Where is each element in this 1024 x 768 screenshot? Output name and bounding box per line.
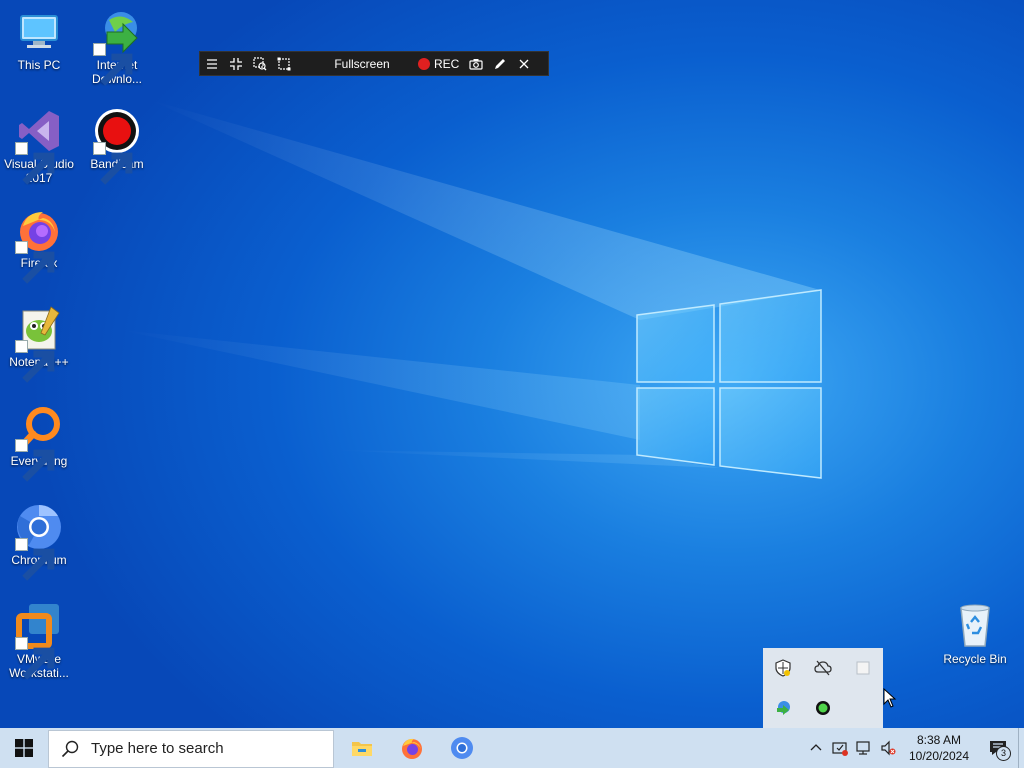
shortcut-arrow-icon	[93, 142, 133, 185]
desktop-icon-vmware[interactable]: VMware Workstati...	[0, 602, 78, 680]
close-icon[interactable]	[512, 51, 536, 76]
resize-region-icon[interactable]	[272, 51, 296, 76]
system-tray: 8:38 AM 10/20/2024 3	[804, 728, 1024, 768]
select-area-icon[interactable]	[248, 51, 272, 76]
bandicam-tray-icon[interactable]	[811, 696, 835, 720]
windows-wallpaper-logo	[636, 289, 822, 479]
shortcut-arrow-icon	[15, 142, 55, 185]
search-icon	[61, 740, 79, 757]
shortcut-arrow-icon	[15, 538, 55, 581]
shortcut-arrow-icon	[15, 241, 55, 284]
shrink-icon[interactable]	[224, 51, 248, 76]
update-status-icon[interactable]	[828, 728, 852, 768]
action-center-button[interactable]: 3	[978, 728, 1018, 768]
taskbar: 8:38 AM 10/20/2024 3	[0, 728, 1024, 768]
taskbar-chromium[interactable]	[438, 728, 486, 768]
taskbar-search-box[interactable]	[48, 729, 334, 768]
record-dot-icon	[418, 57, 430, 70]
desktop-icon-this-pc[interactable]: This PC	[0, 8, 78, 72]
taskbar-file-explorer[interactable]	[338, 728, 386, 768]
desktop-icon-internet-download-manager[interactable]: Internet Downlo...	[78, 8, 156, 86]
desktop-icon-label: This PC	[17, 58, 61, 72]
chromium-icon	[451, 737, 473, 759]
bandicam-toolbar[interactable]: Fullscreen REC	[199, 51, 549, 76]
desktop-icon-firefox[interactable]: Firefox	[0, 206, 78, 284]
start-button[interactable]	[0, 728, 48, 768]
recycle-bin-icon	[960, 604, 990, 647]
clock-time: 8:38 AM	[916, 733, 962, 747]
mouse-cursor-icon	[883, 688, 897, 708]
notification-count-badge: 3	[996, 746, 1011, 761]
file-explorer-icon	[352, 742, 372, 756]
desktop-icon-recycle-bin[interactable]: Recycle Bin	[936, 602, 1014, 666]
volume-muted-icon[interactable]	[876, 728, 900, 768]
show-hidden-icons-chevron-up-icon[interactable]	[804, 728, 828, 768]
computer-icon	[20, 15, 58, 48]
firefox-icon	[402, 738, 422, 759]
network-icon[interactable]	[852, 728, 876, 768]
camera-icon[interactable]	[464, 51, 488, 76]
desktop-icon-label: Recycle Bin	[943, 652, 1007, 666]
internet-download-manager-tray-icon[interactable]	[771, 696, 795, 720]
desktop-icon-notepad-plus-plus[interactable]: Notepad++	[0, 305, 78, 383]
tray-overflow-flyout	[763, 648, 883, 728]
onedrive-offline-icon[interactable]	[811, 656, 835, 680]
clock-date: 10/20/2024	[908, 749, 970, 763]
desktop-icon-bandicam[interactable]: Bandicam	[78, 107, 156, 185]
shortcut-arrow-icon	[15, 637, 55, 680]
desktop-icon-everything[interactable]: Everything	[0, 404, 78, 482]
shortcut-arrow-icon	[93, 43, 133, 86]
fullscreen-mode-label[interactable]: Fullscreen	[322, 57, 402, 71]
windows-security-icon[interactable]	[771, 656, 795, 680]
taskbar-firefox[interactable]	[388, 728, 436, 768]
desktop-icon-visual-studio[interactable]: Visual Studio 2017	[0, 107, 78, 185]
pencil-icon[interactable]	[488, 51, 512, 76]
desktop-icon-chromium[interactable]: Chromium	[0, 503, 78, 581]
blank-app-icon[interactable]	[851, 656, 875, 680]
windows-start-icon	[15, 739, 33, 757]
menu-icon[interactable]	[200, 51, 224, 76]
rec-label: REC	[434, 56, 460, 71]
show-desktop-button[interactable]	[1018, 728, 1024, 768]
taskbar-clock[interactable]: 8:38 AM 10/20/2024	[904, 732, 974, 764]
shortcut-arrow-icon	[15, 340, 55, 383]
shortcut-arrow-icon	[15, 439, 55, 482]
search-input[interactable]	[89, 739, 323, 758]
rec-button[interactable]: REC	[418, 57, 464, 71]
